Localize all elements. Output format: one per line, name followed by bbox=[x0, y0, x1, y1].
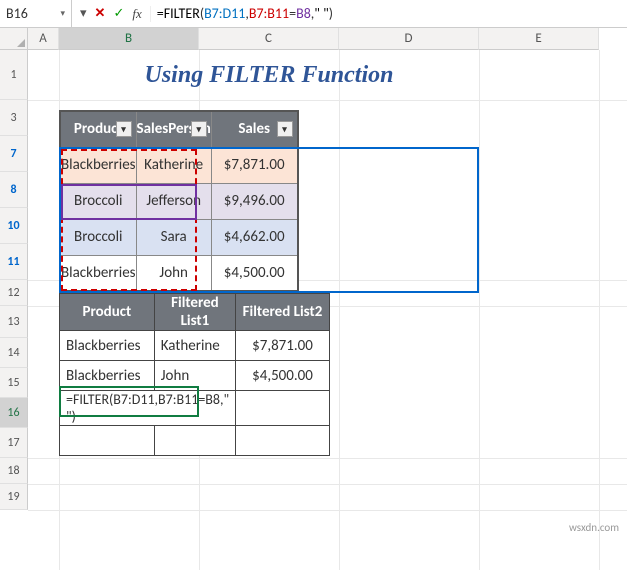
row-header-17[interactable]: 17 bbox=[0, 428, 28, 458]
fx-icon[interactable]: fx bbox=[132, 6, 141, 22]
row-headers: 1 3 7 8 10 11 12 13 14 15 16 17 18 19 bbox=[0, 50, 28, 510]
table-row[interactable]: Blackberries Katherine $7,871.00 bbox=[60, 331, 330, 361]
header-product[interactable]: Product▾ bbox=[60, 111, 136, 147]
table-row[interactable]: Broccoli Jefferson $9,496.00 bbox=[60, 183, 298, 219]
cell-person[interactable]: Katherine bbox=[136, 147, 211, 183]
header-filtered1[interactable]: Filtered List1 bbox=[154, 294, 235, 331]
cell-person[interactable]: Jefferson bbox=[136, 183, 211, 219]
col-header-C[interactable]: C bbox=[199, 28, 339, 50]
row-header-14[interactable]: 14 bbox=[0, 338, 28, 368]
row-header-11[interactable]: 11 bbox=[0, 244, 28, 280]
table-header-row: Product▾ SalesPerson▾ Sales▾ bbox=[60, 111, 298, 147]
table-row[interactable]: =FILTER(B7:D11,B7:B11=B8," ") bbox=[60, 391, 330, 426]
filter-icon[interactable]: ▾ bbox=[277, 121, 293, 137]
cell-list2[interactable]: $7,871.00 bbox=[236, 331, 330, 361]
select-all-corner[interactable] bbox=[0, 28, 28, 50]
header-sales[interactable]: Sales▾ bbox=[211, 111, 297, 147]
dropdown-icon[interactable]: ▾ bbox=[80, 6, 87, 21]
row-header-10[interactable]: 10 bbox=[0, 208, 28, 244]
source-table: Product▾ SalesPerson▾ Sales▾ Blackberrie… bbox=[59, 110, 299, 292]
table-row[interactable] bbox=[60, 426, 330, 456]
name-box[interactable]: B16 ▾ bbox=[0, 0, 72, 27]
table-row[interactable]: Blackberries John $4,500.00 bbox=[60, 361, 330, 391]
spreadsheet-grid[interactable]: A B C D E 1 3 7 8 10 11 12 13 14 15 16 1… bbox=[0, 28, 627, 50]
table-row[interactable]: Broccoli Sara $4,662.00 bbox=[60, 219, 298, 255]
confirm-icon[interactable]: ✓ bbox=[113, 6, 124, 21]
cell-sales[interactable]: $4,500.00 bbox=[211, 255, 297, 291]
row-header-1[interactable]: 1 bbox=[0, 50, 28, 100]
row-header-8[interactable]: 8 bbox=[0, 172, 28, 208]
table-header-row: Product Filtered List1 Filtered List2 bbox=[60, 294, 330, 331]
header-salesperson[interactable]: SalesPerson▾ bbox=[136, 111, 211, 147]
formula-bar-buttons: ▾ ✕ ✓ fx bbox=[72, 6, 151, 22]
name-box-dropdown-icon[interactable]: ▾ bbox=[60, 8, 65, 19]
cell-list2[interactable]: $4,500.00 bbox=[236, 361, 330, 391]
cell-empty[interactable] bbox=[236, 426, 330, 456]
cell-sales[interactable]: $9,496.00 bbox=[211, 183, 297, 219]
formula-bar: B16 ▾ ▾ ✕ ✓ fx =FILTER(B7:D11,B7:B11=B8,… bbox=[0, 0, 627, 28]
filter-icon[interactable]: ▾ bbox=[116, 121, 132, 137]
result-table: Product Filtered List1 Filtered List2 Bl… bbox=[59, 293, 330, 456]
cell-empty[interactable] bbox=[60, 426, 155, 456]
row-header-16[interactable]: 16 bbox=[0, 398, 28, 428]
cell-product[interactable]: Blackberries bbox=[60, 361, 155, 391]
cell-person[interactable]: John bbox=[136, 255, 211, 291]
col-header-E[interactable]: E bbox=[479, 28, 599, 50]
cancel-icon[interactable]: ✕ bbox=[95, 6, 106, 21]
cell-empty[interactable] bbox=[236, 391, 330, 426]
cell-product[interactable]: Blackberries bbox=[60, 255, 136, 291]
table-row[interactable]: Blackberries Katherine $7,871.00 bbox=[60, 147, 298, 183]
row-header-13[interactable]: 13 bbox=[0, 306, 28, 338]
cell-list1[interactable]: Katherine bbox=[154, 331, 235, 361]
col-header-A[interactable]: A bbox=[28, 28, 59, 50]
page-title: Using FILTER Function bbox=[59, 50, 479, 100]
row-header-18[interactable]: 18 bbox=[0, 458, 28, 484]
watermark: wsxdn.com bbox=[569, 521, 619, 534]
cell-product[interactable]: Blackberries bbox=[60, 147, 136, 183]
header-filtered2[interactable]: Filtered List2 bbox=[236, 294, 330, 331]
row-header-19[interactable]: 19 bbox=[0, 484, 28, 510]
cell-person[interactable]: Sara bbox=[136, 219, 211, 255]
col-header-B[interactable]: B bbox=[59, 28, 199, 50]
table-row[interactable]: Blackberries John $4,500.00 bbox=[60, 255, 298, 291]
cell-product[interactable]: Broccoli bbox=[60, 183, 136, 219]
formula-input[interactable]: =FILTER(B7:D11,B7:B11=B8," ") bbox=[151, 5, 627, 22]
filter-icon[interactable]: ▾ bbox=[191, 121, 207, 137]
cell-list1[interactable]: John bbox=[154, 361, 235, 391]
cell-sales[interactable]: $4,662.00 bbox=[211, 219, 297, 255]
row-header-12[interactable]: 12 bbox=[0, 280, 28, 306]
col-header-D[interactable]: D bbox=[339, 28, 479, 50]
name-box-value: B16 bbox=[6, 5, 28, 22]
row-header-7[interactable]: 7 bbox=[0, 136, 28, 172]
row-header-3[interactable]: 3 bbox=[0, 100, 28, 136]
header-product[interactable]: Product bbox=[60, 294, 155, 331]
cell-product[interactable]: Broccoli bbox=[60, 219, 136, 255]
cell-formula[interactable]: =FILTER(B7:D11,B7:B11=B8," ") bbox=[60, 391, 236, 426]
cell-empty[interactable] bbox=[154, 426, 235, 456]
row-header-15[interactable]: 15 bbox=[0, 368, 28, 398]
cell-sales[interactable]: $7,871.00 bbox=[211, 147, 297, 183]
cell-product[interactable]: Blackberries bbox=[60, 331, 155, 361]
column-headers: A B C D E bbox=[28, 28, 599, 50]
